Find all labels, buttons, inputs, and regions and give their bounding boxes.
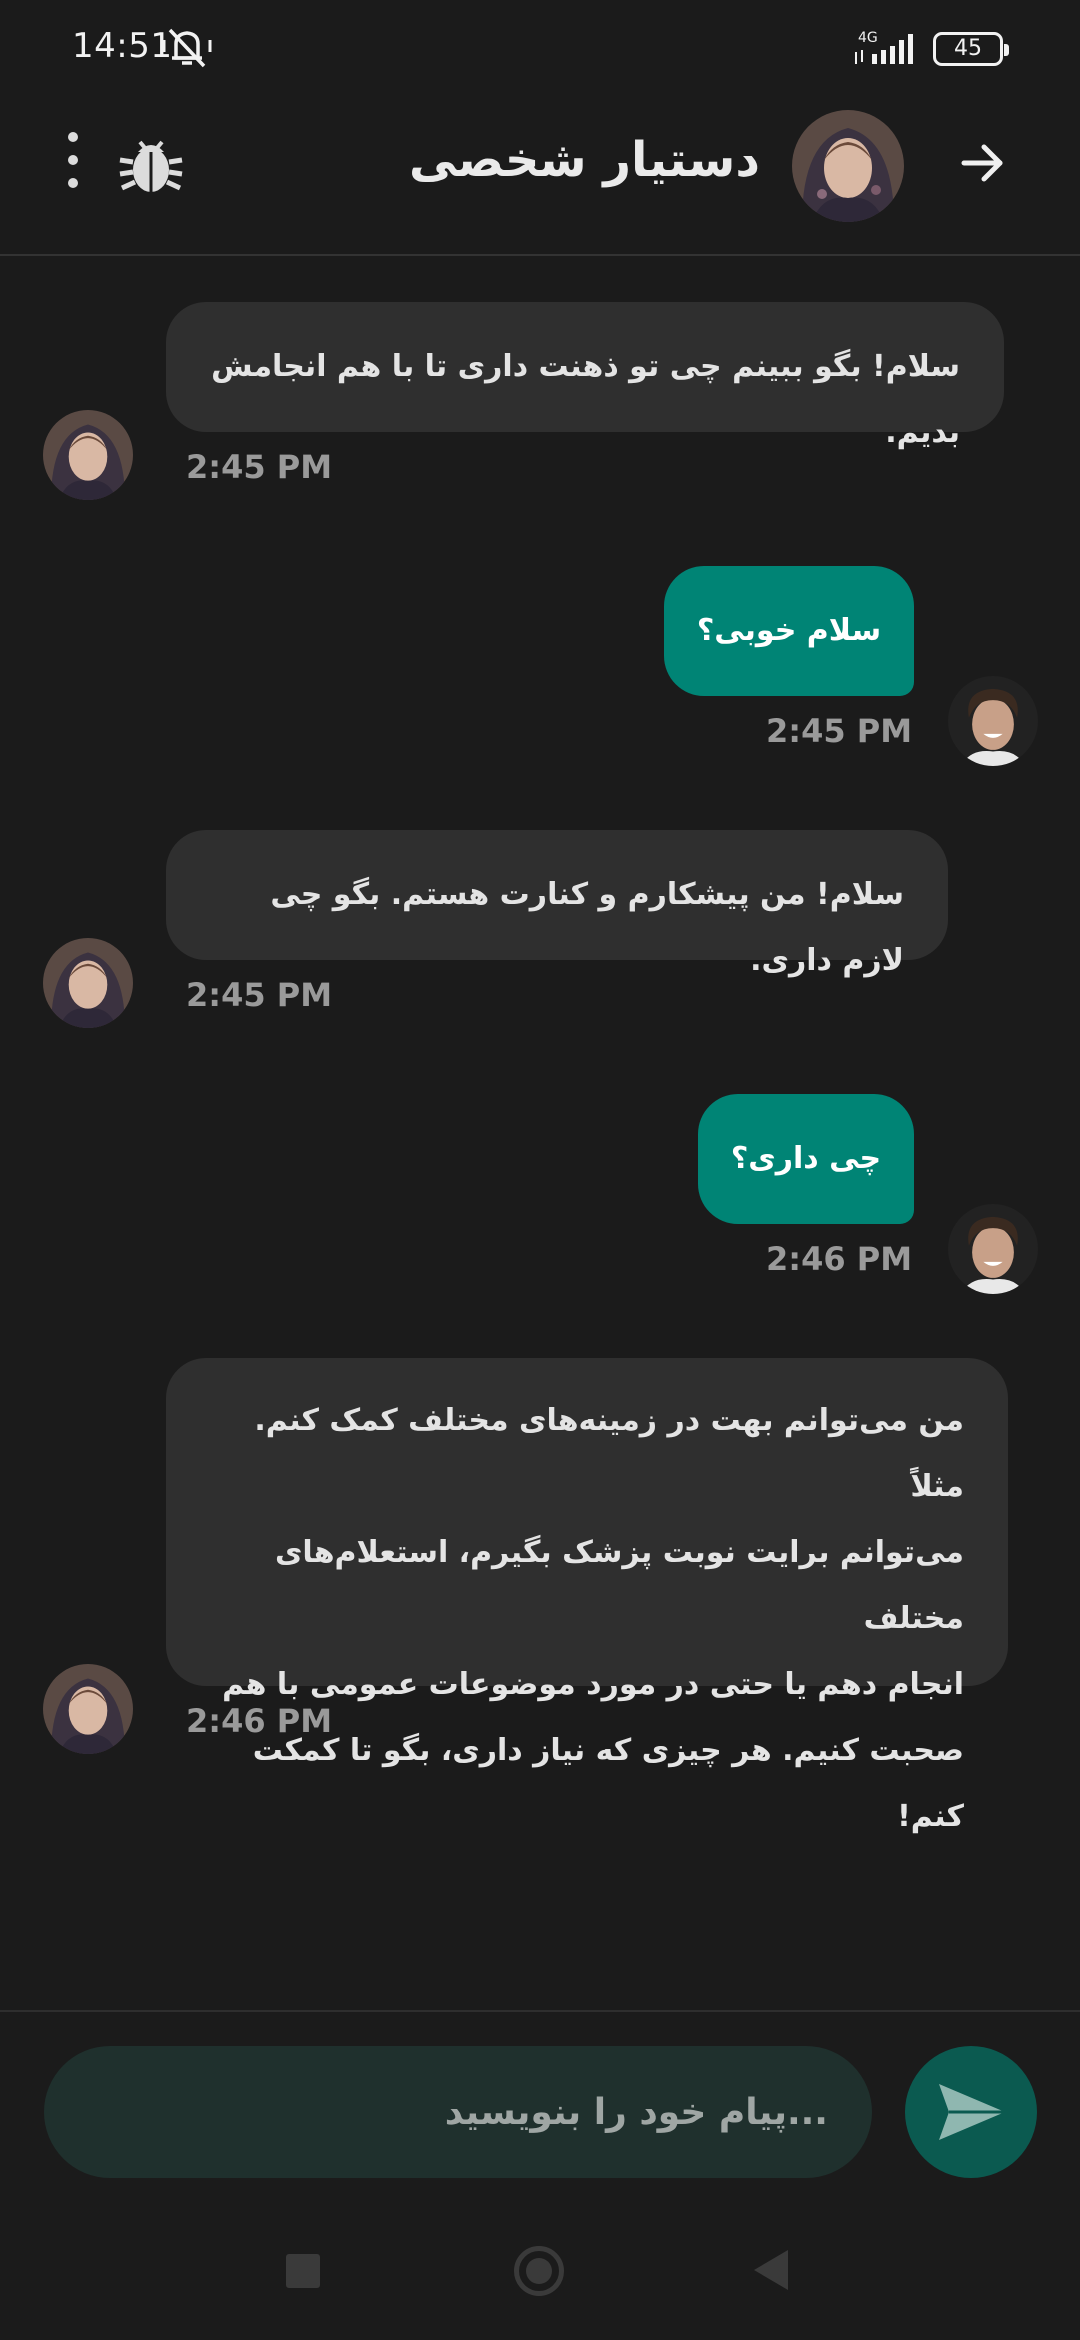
message-time: 2:45 PM bbox=[186, 976, 333, 1014]
chat-title: دستیار شخصی bbox=[408, 132, 760, 188]
network-label: 4G bbox=[858, 30, 878, 46]
message-time: 2:46 PM bbox=[766, 1240, 913, 1278]
bot-avatar bbox=[43, 938, 133, 1028]
message-time: 2:45 PM bbox=[766, 712, 913, 750]
message-time: 2:45 PM bbox=[186, 448, 333, 486]
status-time: 14:51 bbox=[72, 26, 173, 66]
nav-home-icon[interactable] bbox=[514, 2246, 564, 2296]
user-avatar bbox=[948, 676, 1038, 766]
arrow-right-icon[interactable] bbox=[958, 138, 1008, 188]
bot-message: سلام! من پیشکارم و کنارت هستم. بگو چی لا… bbox=[166, 830, 948, 978]
composer-divider bbox=[0, 2010, 1080, 2012]
message-text: سلام! بگو ببینم چی تو ذهنت داری تا با هم… bbox=[211, 349, 960, 450]
nav-recents-icon[interactable] bbox=[286, 2254, 320, 2288]
bot-avatar bbox=[43, 1664, 133, 1754]
message-line: می‌توانم برایت نوبت پزشک بگیرم، استعلام‌… bbox=[274, 1535, 964, 1636]
send-button[interactable] bbox=[905, 2046, 1037, 2178]
user-message: چی داری؟ bbox=[698, 1094, 914, 1224]
chat-header: دستیار شخصی bbox=[0, 96, 1080, 256]
message-time: 2:46 PM bbox=[186, 1702, 333, 1740]
user-message: سلام خوبی؟ bbox=[664, 566, 914, 696]
more-vert-icon[interactable] bbox=[62, 132, 84, 192]
assistant-avatar[interactable] bbox=[792, 110, 904, 222]
user-avatar bbox=[948, 1204, 1038, 1294]
send-icon bbox=[939, 2084, 1005, 2140]
battery-icon: 45 bbox=[933, 32, 1009, 66]
message-text: سلام خوبی؟ bbox=[696, 613, 882, 648]
message-line: من می‌توانم بهت در زمینه‌های مختلف کمک ک… bbox=[254, 1403, 964, 1504]
bot-message: من می‌توانم بهت در زمینه‌های مختلف کمک ک… bbox=[166, 1358, 1008, 1834]
system-nav-bar bbox=[0, 2210, 1080, 2340]
message-input[interactable] bbox=[44, 2046, 872, 2178]
bot-message: سلام! بگو ببینم چی تو ذهنت داری تا با هم… bbox=[166, 302, 1004, 450]
message-text: چی داری؟ bbox=[730, 1141, 882, 1176]
bug-icon[interactable] bbox=[118, 130, 184, 196]
bot-avatar bbox=[43, 410, 133, 500]
message-text: سلام! من پیشکارم و کنارت هستم. بگو چی لا… bbox=[270, 877, 904, 978]
nav-back-icon[interactable] bbox=[754, 2250, 788, 2290]
status-bar: 14:51 4G 45 bbox=[0, 0, 1080, 96]
mute-icon bbox=[162, 28, 212, 68]
